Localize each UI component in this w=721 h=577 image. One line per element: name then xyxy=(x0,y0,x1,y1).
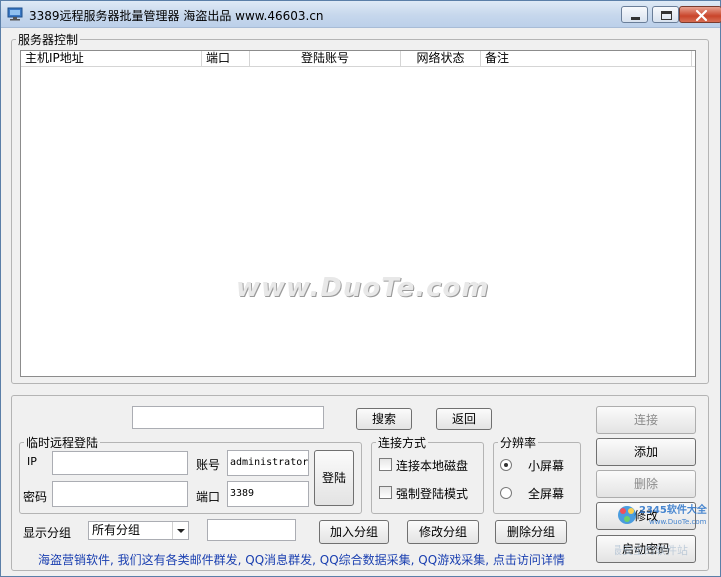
account-input[interactable]: administrator xyxy=(227,450,309,476)
close-button[interactable] xyxy=(679,6,721,23)
back-button[interactable]: 返回 xyxy=(436,408,492,430)
group-select[interactable]: 所有分组 xyxy=(88,521,189,540)
promo-link[interactable]: 海盗营销软件, 我们这有各类邮件群发, QQ消息群发, QQ综合数据采集, QQ… xyxy=(38,551,565,568)
server-list-header: 主机IP地址 端口 登陆账号 网络状态 备注 xyxy=(21,51,695,67)
app-icon xyxy=(7,7,23,21)
resolution-group: 分辨率 xyxy=(493,434,581,514)
connect-button-label: 连接 xyxy=(633,413,658,427)
connect-mode-group: 连接方式 xyxy=(371,434,484,514)
add-button[interactable]: 添加 xyxy=(596,438,696,466)
temp-login-legend: 临时远程登陆 xyxy=(26,436,99,450)
close-icon xyxy=(695,9,708,22)
force-login-label[interactable]: 强制登陆模式 xyxy=(396,485,468,502)
modify-group-button[interactable]: 修改分组 xyxy=(407,520,479,544)
column-network-status[interactable]: 网络状态 xyxy=(401,51,481,67)
resolution-legend: 分辨率 xyxy=(500,436,537,450)
small-screen-label[interactable]: 小屏幕 xyxy=(528,457,564,474)
chevron-down-icon xyxy=(172,522,188,539)
search-input[interactable] xyxy=(132,406,324,429)
group-select-value: 所有分组 xyxy=(92,523,141,537)
column-host-ip[interactable]: 主机IP地址 xyxy=(21,51,202,67)
column-port[interactable]: 端口 xyxy=(202,51,250,67)
minimize-icon xyxy=(631,17,640,20)
connect-mode-legend: 连接方式 xyxy=(378,436,427,450)
logo-url: www.DuoTe.com xyxy=(649,518,707,526)
search-button[interactable]: 搜索 xyxy=(356,408,412,430)
account-label: 账号 xyxy=(196,458,221,472)
back-button-label: 返回 xyxy=(451,412,476,426)
column-login-account[interactable]: 登陆账号 xyxy=(250,51,401,67)
minimize-button[interactable] xyxy=(621,6,648,23)
add-to-group-label: 加入分组 xyxy=(329,525,378,539)
search-button-label: 搜索 xyxy=(371,412,396,426)
show-group-label: 显示分组 xyxy=(23,526,72,540)
password-input[interactable] xyxy=(52,481,188,507)
site-logo: 2345软件大全 www.DuoTe.com 国内最安全的软件站 xyxy=(615,503,708,557)
server-list[interactable]: 主机IP地址 端口 登陆账号 网络状态 备注 xyxy=(20,50,696,377)
column-remark[interactable]: 备注 xyxy=(481,51,692,67)
port-label: 端口 xyxy=(196,490,221,504)
window-title: 3389远程服务器批量管理器 海盗出品 www.46603.cn xyxy=(29,9,324,23)
local-disk-checkbox[interactable] xyxy=(379,458,392,471)
maximize-button[interactable] xyxy=(652,6,679,23)
main-window: 3389远程服务器批量管理器 海盗出品 www.46603.cn 服务器控制 主… xyxy=(0,0,721,577)
force-login-checkbox[interactable] xyxy=(379,486,392,499)
logo-caption: 国内最安全的软件站 xyxy=(615,543,688,557)
login-button-label: 登陆 xyxy=(321,471,346,485)
ip-input[interactable] xyxy=(52,451,188,475)
delete-button[interactable]: 删除 xyxy=(596,470,696,498)
full-screen-radio[interactable] xyxy=(500,487,512,499)
add-button-label: 添加 xyxy=(633,445,658,459)
delete-button-label: 删除 xyxy=(633,477,658,491)
title-bar[interactable]: 3389远程服务器批量管理器 海盗出品 www.46603.cn xyxy=(1,1,721,28)
group-name-input[interactable] xyxy=(207,519,296,541)
logo-brand: 2345软件大全 xyxy=(639,503,708,516)
delete-group-label: 删除分组 xyxy=(506,525,555,539)
server-control-legend: 服务器控制 xyxy=(18,33,79,47)
connect-button[interactable]: 连接 xyxy=(596,406,696,434)
password-label: 密码 xyxy=(23,490,48,504)
port-input[interactable]: 3389 xyxy=(227,481,309,507)
login-button[interactable]: 登陆 xyxy=(314,450,354,506)
full-screen-label[interactable]: 全屏幕 xyxy=(528,485,564,502)
watermark-text: www.DuoTe.com xyxy=(236,273,490,303)
modify-group-label: 修改分组 xyxy=(418,525,467,539)
ip-label: IP xyxy=(27,455,37,468)
add-to-group-button[interactable]: 加入分组 xyxy=(319,520,389,544)
local-disk-label[interactable]: 连接本地磁盘 xyxy=(396,457,468,474)
small-screen-radio[interactable] xyxy=(500,459,512,471)
maximize-icon xyxy=(661,11,672,20)
delete-group-button[interactable]: 删除分组 xyxy=(495,520,567,544)
